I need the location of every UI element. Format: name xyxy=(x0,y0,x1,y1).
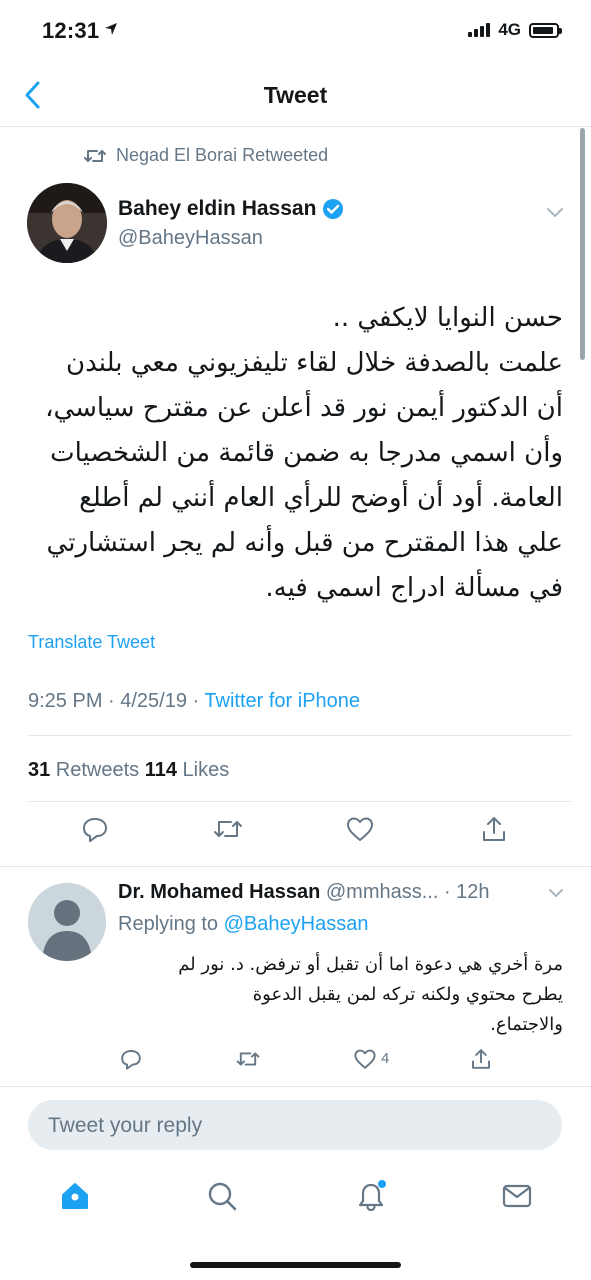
retweets-label: Retweets xyxy=(50,759,145,781)
author-handle[interactable]: @BaheyHassan xyxy=(118,227,263,250)
tweet-timestamp: 9:25 PM · 4/25/19 · xyxy=(28,690,205,712)
reply-reply-button[interactable] xyxy=(119,1047,143,1071)
nav-divider xyxy=(0,126,591,127)
heart-icon xyxy=(354,1049,376,1069)
heart-icon xyxy=(347,817,373,841)
translate-tweet-link[interactable]: Translate Tweet xyxy=(28,632,155,653)
search-icon xyxy=(208,1182,237,1211)
share-button[interactable] xyxy=(479,814,509,844)
status-right: 4G xyxy=(468,20,562,40)
verified-badge-icon xyxy=(323,199,344,219)
tab-search[interactable] xyxy=(206,1180,238,1212)
likes-label: Likes xyxy=(177,759,230,781)
reply-time: · 12h xyxy=(443,881,490,903)
retweets-count: 31 xyxy=(28,759,51,781)
tab-messages[interactable] xyxy=(501,1180,533,1212)
retweeted-by[interactable]: Negad El Borai Retweeted xyxy=(84,145,328,166)
likes-count: 114 xyxy=(144,759,177,781)
tab-home[interactable] xyxy=(59,1180,91,1212)
scrollbar[interactable] xyxy=(580,128,585,360)
retweet-button[interactable] xyxy=(213,814,243,844)
tweet-actions xyxy=(0,814,591,854)
reply-composer[interactable] xyxy=(28,1100,562,1152)
bell-icon xyxy=(358,1180,386,1212)
replying-prefix: Replying to xyxy=(118,913,224,935)
home-icon xyxy=(62,1183,88,1209)
tweet-source-link[interactable]: Twitter for iPhone xyxy=(204,690,360,712)
location-arrow-icon xyxy=(104,22,118,36)
reply-button[interactable] xyxy=(80,814,110,844)
home-indicator[interactable] xyxy=(190,1262,401,1268)
battery-icon xyxy=(529,22,562,38)
chevron-down-icon xyxy=(549,889,563,897)
author-name-label: Bahey eldin Hassan xyxy=(118,197,317,220)
status-time: 12:31 xyxy=(42,18,100,43)
reply-like-button[interactable] xyxy=(353,1047,377,1071)
tweet-menu-button[interactable] xyxy=(546,207,564,219)
tweet-text: حسن النوايا لايكفي .. علمت بالصدفة خلال … xyxy=(45,303,563,603)
composer-divider xyxy=(0,1086,591,1087)
author-avatar[interactable] xyxy=(27,183,107,263)
reply-text: مرة أخري هي دعوة اما أن تقبل أو ترفض. د.… xyxy=(178,954,563,1035)
reply-header: Dr. Mohamed Hassan @mmhass... · 12h xyxy=(118,881,558,904)
stats-divider xyxy=(28,801,571,802)
tweet-meta: 9:25 PM · 4/25/19 · Twitter for iPhone xyxy=(28,690,360,713)
retweet-icon xyxy=(236,1052,260,1066)
default-avatar-icon xyxy=(28,883,106,961)
like-button[interactable] xyxy=(345,814,375,844)
reply-icon xyxy=(83,818,107,842)
reply-input[interactable] xyxy=(46,1100,530,1152)
reply-icon xyxy=(121,1050,141,1070)
retweeted-by-label: Negad El Borai Retweeted xyxy=(116,145,329,165)
retweets-stat[interactable]: 31 Retweets xyxy=(28,759,145,781)
meta-divider xyxy=(28,735,571,736)
reply-author-handle[interactable]: @mmhass... xyxy=(320,881,444,903)
reply-share-button[interactable] xyxy=(469,1047,493,1071)
likes-stat[interactable]: 114 Likes xyxy=(145,759,230,781)
reply-likes-count: 4 xyxy=(381,1050,390,1067)
retweet-icon xyxy=(214,821,242,837)
tweet-divider xyxy=(0,866,591,867)
signal-icon xyxy=(468,23,491,37)
reply-menu-button[interactable] xyxy=(548,888,564,899)
retweet-icon xyxy=(84,149,106,162)
chevron-down-icon xyxy=(547,208,563,217)
share-icon xyxy=(483,817,505,841)
replying-to-link[interactable]: @BaheyHassan xyxy=(224,913,369,935)
author-name[interactable]: Bahey eldin Hassan xyxy=(118,197,344,221)
page-title: Tweet xyxy=(263,82,328,108)
network-label: 4G xyxy=(498,20,521,39)
reply-avatar[interactable] xyxy=(28,883,106,961)
tweet-stats: 31 Retweets 114 Likes xyxy=(28,759,229,782)
reply-author-name[interactable]: Dr. Mohamed Hassan xyxy=(118,881,320,903)
mail-icon xyxy=(502,1184,532,1208)
share-icon xyxy=(472,1049,490,1069)
tab-notifications[interactable] xyxy=(355,1180,387,1212)
replying-to: Replying to @BaheyHassan xyxy=(118,913,368,936)
reply-retweet-button[interactable] xyxy=(236,1047,260,1071)
